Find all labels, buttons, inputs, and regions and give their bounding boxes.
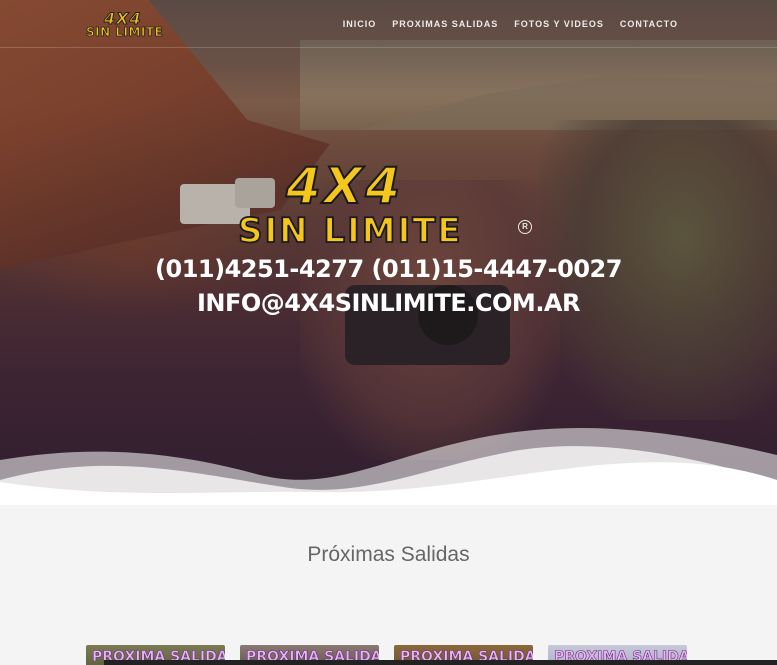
hero-logo-bottom: SIN LIMITE bbox=[237, 211, 463, 251]
nav-proximas-salidas[interactable]: PROXIMAS SALIDAS bbox=[392, 19, 498, 29]
nav-fotos-y-videos[interactable]: FOTOS Y VIDEOS bbox=[514, 19, 604, 29]
upcoming-trips-section: Próximas Salidas PROXIMA SALIDA PROXIMA … bbox=[0, 505, 777, 665]
hero-email: INFO@4X4SINLIMITE.COM.AR bbox=[196, 289, 581, 317]
site-header: 4X4 SIN LIMITE INICIO PROXIMAS SALIDAS F… bbox=[0, 0, 777, 48]
section-title: Próximas Salidas bbox=[307, 543, 470, 566]
hero-logo-top: 4X4 bbox=[285, 157, 404, 215]
logo-text-bottom: SIN LIMITE bbox=[86, 25, 164, 40]
nav-inicio[interactable]: INICIO bbox=[343, 19, 377, 29]
hero-logo: 4X4 SIN LIMITE R bbox=[237, 157, 538, 252]
main-nav: INICIO PROXIMAS SALIDAS FOTOS Y VIDEOS C… bbox=[343, 19, 678, 29]
hero-phones: (011)4251-4277 (011)15-4447-0027 bbox=[155, 255, 622, 283]
hero-banner: 4X4 SIN LIMITE INICIO PROXIMAS SALIDAS F… bbox=[0, 0, 777, 505]
hero-wave-divider bbox=[0, 428, 777, 505]
header-logo[interactable]: 4X4 SIN LIMITE bbox=[86, 9, 190, 43]
nav-contacto[interactable]: CONTACTO bbox=[620, 19, 678, 29]
bottom-bar bbox=[104, 660, 777, 665]
registered-mark: R bbox=[518, 220, 532, 234]
